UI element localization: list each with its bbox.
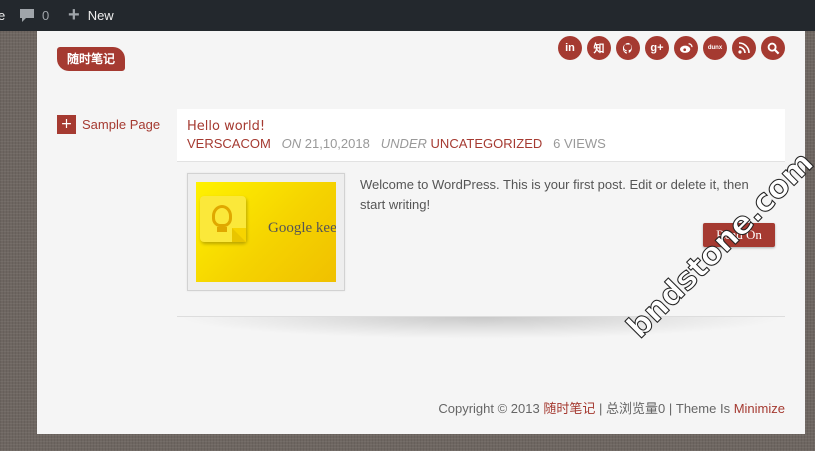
total-views-value: 0 bbox=[658, 401, 666, 416]
footer-separator: | bbox=[668, 401, 673, 416]
post-divider bbox=[177, 316, 785, 339]
admin-comments[interactable]: 0 bbox=[19, 0, 49, 31]
search-icon[interactable] bbox=[761, 36, 785, 60]
theme-link[interactable]: Minimize bbox=[734, 401, 785, 416]
sidebar-item-sample-page[interactable]: + Sample Page bbox=[57, 115, 160, 134]
post-meta: VERSCACOM ON 21,10,2018 UNDER UNCATEGORI… bbox=[187, 136, 606, 151]
post-category[interactable]: UNCATEGORIZED bbox=[431, 136, 543, 151]
site-logo[interactable]: 随时笔记 bbox=[57, 47, 125, 71]
post-excerpt: Welcome to WordPress. This is your first… bbox=[360, 177, 749, 212]
rss-icon[interactable] bbox=[732, 36, 756, 60]
theme-label: Theme Is bbox=[675, 401, 731, 416]
plus-icon: + bbox=[68, 4, 80, 26]
post-header: Hello world! VERSCACOM ON 21,10,2018 UND… bbox=[177, 109, 785, 162]
post-views: 6 VIEWS bbox=[553, 136, 606, 151]
copyright-text: Copyright © 2013 bbox=[438, 401, 540, 416]
admin-new-button[interactable]: + New bbox=[68, 0, 114, 31]
google-plus-icon[interactable]: g+ bbox=[645, 36, 669, 60]
admin-bar: e 0 + New bbox=[0, 0, 815, 31]
post-thumbnail[interactable]: Google kee bbox=[187, 173, 345, 291]
on-label: ON bbox=[281, 136, 302, 151]
note-icon bbox=[200, 196, 246, 242]
weibo-icon[interactable] bbox=[674, 36, 698, 60]
footer-separator: | bbox=[598, 401, 603, 416]
post-date: 21,10,2018 bbox=[304, 136, 370, 151]
footer-site-link[interactable]: 随时笔记 bbox=[543, 401, 595, 416]
page-container: 随时笔记 in 知 g+ dunx + Sample Page Hello wo… bbox=[37, 31, 805, 434]
admin-site-name-fragment[interactable]: e bbox=[0, 0, 5, 31]
comments-count: 0 bbox=[42, 8, 50, 23]
social-links: in 知 g+ dunx bbox=[558, 36, 785, 60]
under-label: UNDER bbox=[380, 136, 427, 151]
footer: Copyright © 2013 随时笔记 | 总浏览量0 | Theme Is… bbox=[438, 398, 785, 417]
post-title[interactable]: Hello world! bbox=[187, 119, 265, 134]
dunx-icon[interactable]: dunx bbox=[703, 36, 727, 60]
sidebar-item-label: Sample Page bbox=[82, 117, 161, 132]
post-author[interactable]: VERSCACOM bbox=[187, 136, 271, 151]
read-on-button[interactable]: Read On bbox=[703, 223, 775, 247]
total-views-label: 总浏览量 bbox=[606, 401, 659, 416]
thumbnail-text: Google kee bbox=[268, 220, 336, 236]
plus-icon: + bbox=[57, 115, 76, 134]
github-icon[interactable] bbox=[616, 36, 640, 60]
zhihu-icon[interactable]: 知 bbox=[587, 36, 611, 60]
lightbulb-icon bbox=[212, 205, 232, 227]
linkedin-icon[interactable]: in bbox=[558, 36, 582, 60]
admin-new-label: New bbox=[87, 8, 114, 23]
comment-icon bbox=[20, 9, 34, 22]
google-keep-image: Google kee bbox=[196, 182, 336, 282]
